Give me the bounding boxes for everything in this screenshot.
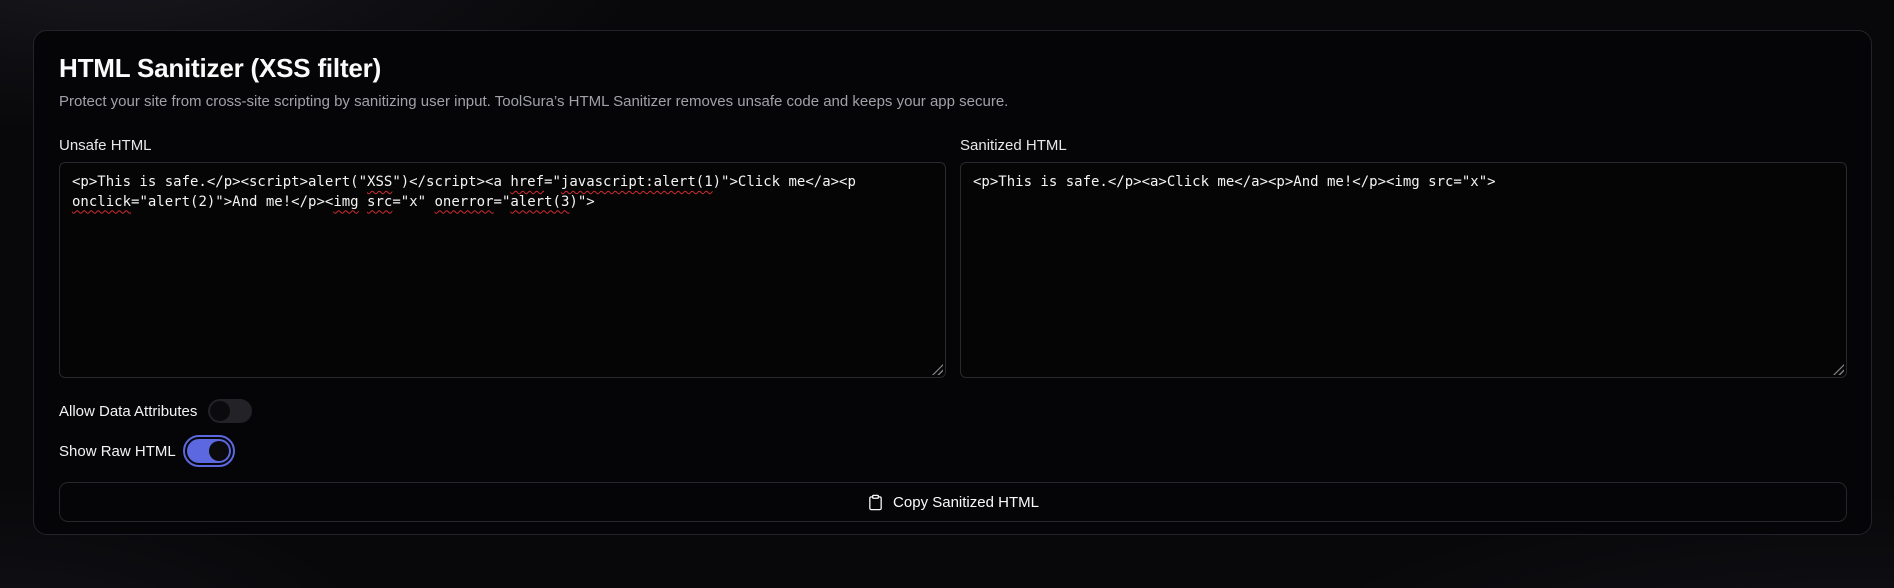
sanitizer-card: HTML Sanitizer (XSS filter) Protect your… — [33, 30, 1872, 535]
resize-handle-icon[interactable] — [1833, 364, 1844, 375]
clipboard-icon — [869, 494, 882, 510]
unsafe-html-value: <p>This is safe.</p><script>alert("XSS")… — [72, 174, 865, 210]
show-raw-html-toggle[interactable] — [182, 435, 235, 467]
copy-button-label: Copy Sanitized HTML — [893, 493, 1039, 511]
copy-sanitized-html-button[interactable]: Copy Sanitized HTML — [59, 482, 1847, 522]
show-raw-html-label: Show Raw HTML — [59, 442, 176, 460]
toggle-knob — [208, 441, 229, 461]
show-raw-html-row: Show Raw HTML — [59, 435, 1847, 467]
sanitized-html-label: Sanitized HTML — [960, 137, 1067, 154]
sanitized-html-editor: Sanitized HTML <p>This is safe.</p><a>Cl… — [960, 137, 1847, 378]
allow-data-attributes-toggle[interactable] — [208, 399, 253, 423]
unsafe-html-textarea[interactable]: <p>This is safe.</p><script>alert("XSS")… — [59, 162, 946, 378]
editors-row: Unsafe HTML <p>This is safe.</p><script>… — [59, 137, 1847, 378]
allow-data-attributes-row: Allow Data Attributes — [59, 397, 1847, 425]
sanitized-html-textarea[interactable]: <p>This is safe.</p><a>Click me</a><p>An… — [960, 162, 1847, 378]
resize-handle-icon[interactable] — [932, 364, 943, 375]
toggle-knob — [210, 401, 231, 421]
page-title: HTML Sanitizer (XSS filter) — [59, 53, 382, 83]
unsafe-html-editor: Unsafe HTML <p>This is safe.</p><script>… — [59, 137, 946, 378]
unsafe-html-label: Unsafe HTML — [59, 137, 152, 154]
allow-data-attributes-label: Allow Data Attributes — [59, 402, 198, 420]
sanitized-html-value: <p>This is safe.</p><a>Click me</a><p>An… — [973, 174, 1496, 190]
page-subtitle: Protect your site from cross-site script… — [59, 93, 1009, 110]
